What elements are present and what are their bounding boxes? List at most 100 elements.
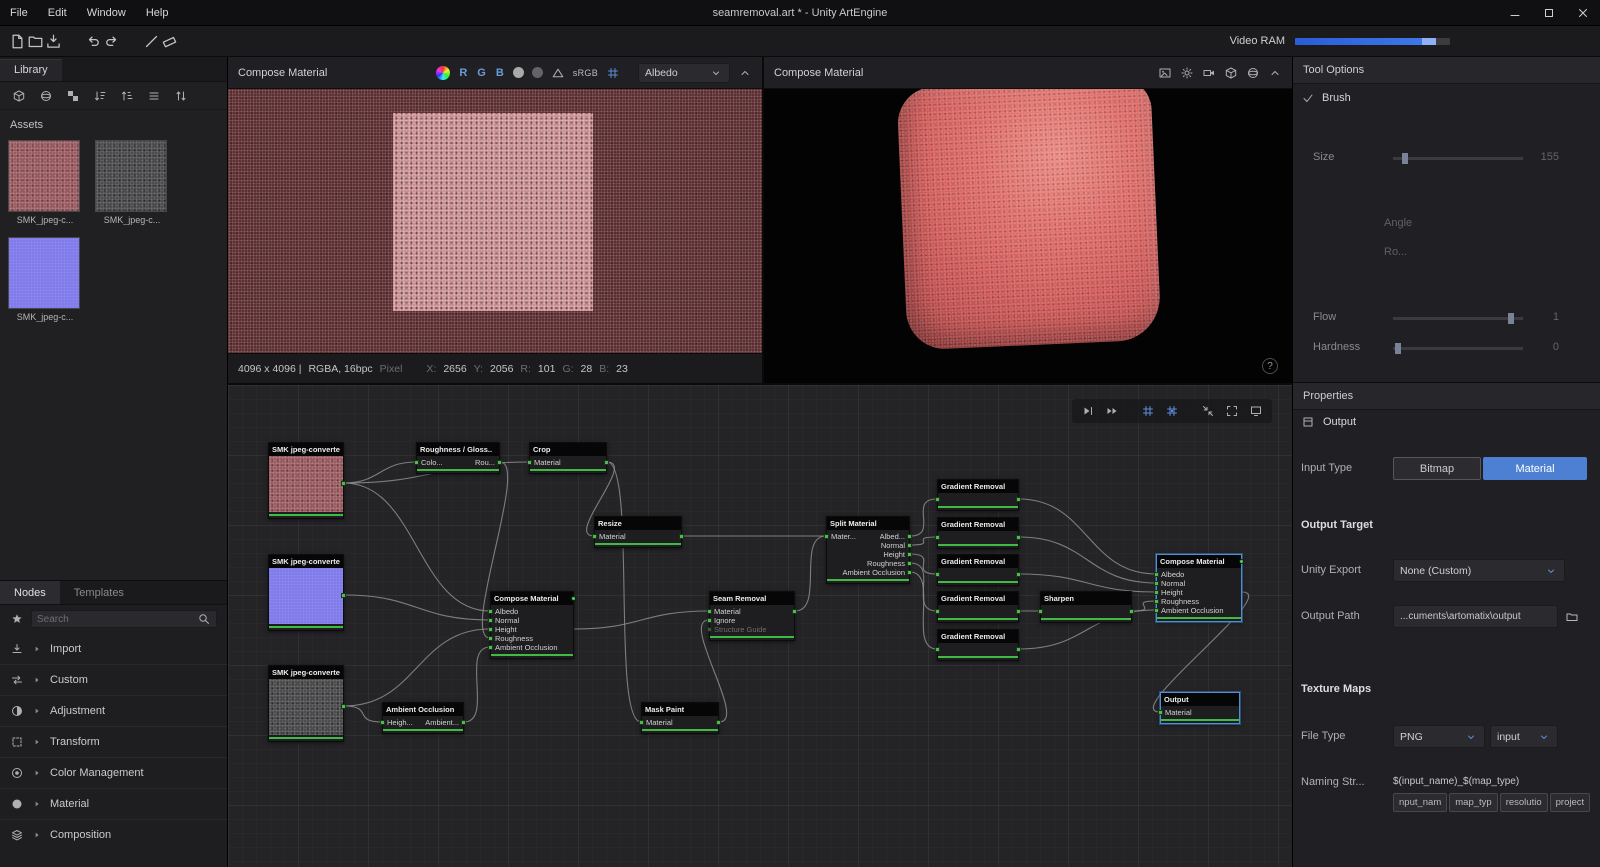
input-port[interactable] bbox=[592, 534, 597, 539]
output-port[interactable] bbox=[604, 460, 609, 465]
menu-edit[interactable]: Edit bbox=[38, 0, 77, 26]
category-transform[interactable]: Transform bbox=[0, 726, 227, 757]
category-material[interactable]: Material bbox=[0, 788, 227, 819]
collapse-panel-icon[interactable] bbox=[738, 66, 752, 80]
maximize-icon[interactable] bbox=[1532, 0, 1566, 26]
import-file-icon[interactable] bbox=[44, 32, 62, 50]
environment-image-icon[interactable] bbox=[1158, 66, 1172, 80]
grid-snap-icon[interactable] bbox=[1160, 401, 1184, 421]
output-port[interactable] bbox=[716, 720, 721, 725]
input-port[interactable] bbox=[1154, 590, 1159, 595]
open-folder-icon[interactable] bbox=[26, 32, 44, 50]
output-path-field[interactable]: ...cuments\artomatix\output bbox=[1393, 605, 1558, 628]
grayscale-icon[interactable] bbox=[512, 67, 524, 78]
channel-r-button[interactable]: R bbox=[458, 67, 468, 79]
category-color-management[interactable]: Color Management bbox=[0, 757, 227, 788]
output-node-section[interactable]: Output bbox=[1301, 415, 1356, 429]
search-box[interactable] bbox=[31, 610, 217, 628]
input-port[interactable] bbox=[1158, 710, 1163, 715]
output-port[interactable] bbox=[907, 552, 912, 557]
menu-file[interactable]: File bbox=[0, 0, 38, 26]
cube-mesh-icon[interactable] bbox=[1224, 66, 1238, 80]
input-port[interactable] bbox=[1154, 608, 1159, 613]
histogram-icon[interactable] bbox=[551, 66, 565, 80]
cube-view-icon[interactable] bbox=[10, 87, 28, 105]
input-type-material-button[interactable]: Material bbox=[1483, 457, 1587, 480]
slider-handle[interactable] bbox=[1508, 313, 1514, 324]
tab-nodes[interactable]: Nodes bbox=[0, 581, 60, 604]
input-port[interactable] bbox=[707, 609, 712, 614]
input-port[interactable] bbox=[935, 609, 940, 614]
input-port[interactable] bbox=[414, 460, 419, 465]
line-tool-icon[interactable] bbox=[142, 32, 160, 50]
input-port[interactable] bbox=[488, 609, 493, 614]
node-gr2[interactable]: Gradient Removal bbox=[935, 517, 1021, 549]
channel-b-button[interactable]: B bbox=[495, 67, 505, 79]
input-port[interactable] bbox=[527, 460, 532, 465]
unity-export-select[interactable]: None (Custom) bbox=[1393, 559, 1565, 582]
category-adjustment[interactable]: Adjustment bbox=[0, 695, 227, 726]
eraser-icon[interactable] bbox=[160, 32, 178, 50]
fast-forward-icon[interactable] bbox=[1100, 401, 1124, 421]
node-output[interactable]: Output Material bbox=[1158, 692, 1240, 724]
asset-thumbnail[interactable]: SMK_jpeg-c... bbox=[95, 140, 169, 225]
node-output-port[interactable] bbox=[341, 704, 346, 709]
minimize-icon[interactable] bbox=[1498, 0, 1532, 26]
node-compose1[interactable]: Compose Material Albedo Normal Height Roughn… bbox=[488, 591, 576, 659]
menu-help[interactable]: Help bbox=[136, 0, 179, 26]
naming-tag[interactable]: project bbox=[1549, 793, 1591, 812]
fit-view-icon[interactable] bbox=[1220, 401, 1244, 421]
sphere-mesh-icon[interactable] bbox=[1246, 66, 1260, 80]
step-forward-icon[interactable] bbox=[1076, 401, 1100, 421]
search-input[interactable] bbox=[37, 613, 197, 625]
grid-icon[interactable] bbox=[1136, 401, 1160, 421]
checker-icon[interactable] bbox=[64, 87, 82, 105]
channel-select-dropdown[interactable]: Albedo bbox=[638, 62, 730, 83]
input-port[interactable] bbox=[935, 572, 940, 577]
output-port[interactable] bbox=[907, 543, 912, 548]
close-icon[interactable] bbox=[1566, 0, 1600, 26]
help-button[interactable]: ? bbox=[1262, 358, 1278, 374]
input-port[interactable] bbox=[935, 497, 940, 502]
node-split[interactable]: Split Material Mater... Albed... Normal Heig… bbox=[824, 516, 912, 584]
tab-templates[interactable]: Templates bbox=[60, 581, 138, 604]
texture-2d-canvas[interactable] bbox=[228, 89, 762, 353]
tab-library[interactable]: Library bbox=[0, 59, 62, 81]
node-sharpen[interactable]: Sharpen bbox=[1038, 591, 1134, 623]
output-port[interactable] bbox=[1016, 497, 1021, 502]
input-type-bitmap-button[interactable]: Bitmap bbox=[1393, 457, 1481, 480]
collapse-panel-icon[interactable] bbox=[1268, 66, 1282, 80]
display-icon[interactable] bbox=[1244, 401, 1268, 421]
node-gr1[interactable]: Gradient Removal bbox=[935, 479, 1021, 511]
node-gr3[interactable]: Gradient Removal bbox=[935, 554, 1021, 586]
output-port[interactable] bbox=[907, 534, 912, 539]
shrink-icon[interactable] bbox=[1196, 401, 1220, 421]
node-output-port[interactable] bbox=[1239, 559, 1244, 564]
node-seam[interactable]: Seam Removal Material Ignore Structure Guid… bbox=[707, 591, 797, 641]
output-port[interactable] bbox=[1016, 647, 1021, 652]
category-composition[interactable]: Composition bbox=[0, 819, 227, 850]
input-port[interactable] bbox=[380, 720, 385, 725]
menu-window[interactable]: Window bbox=[77, 0, 136, 26]
asset-thumbnail[interactable]: SMK_jpeg-c... bbox=[8, 237, 82, 322]
node-ao[interactable]: Ambient Occlusion Heigh... Ambient... bbox=[380, 702, 466, 734]
node-resize[interactable]: Resize Material bbox=[592, 516, 684, 548]
srgb-toggle[interactable]: sRGB bbox=[573, 68, 598, 78]
input-port[interactable] bbox=[488, 627, 493, 632]
category-custom[interactable]: Custom bbox=[0, 664, 227, 695]
naming-tag[interactable]: map_typ bbox=[1449, 793, 1498, 812]
group-icon[interactable] bbox=[145, 87, 163, 105]
output-port[interactable] bbox=[679, 534, 684, 539]
node-gr5[interactable]: Gradient Removal bbox=[935, 629, 1021, 661]
input-port[interactable] bbox=[488, 636, 493, 641]
category-import[interactable]: Import bbox=[0, 633, 227, 664]
node-compose2[interactable]: Compose Material Albedo Normal Height Roughn… bbox=[1154, 554, 1244, 622]
luminance-icon[interactable] bbox=[531, 67, 543, 78]
output-port[interactable] bbox=[907, 561, 912, 566]
sort-desc-icon[interactable] bbox=[118, 87, 136, 105]
hardness-slider[interactable] bbox=[1393, 343, 1523, 354]
brush-section-header[interactable]: Brush bbox=[1301, 91, 1351, 105]
input-port[interactable] bbox=[1154, 581, 1159, 586]
output-port[interactable] bbox=[1016, 572, 1021, 577]
sort-asc-icon[interactable] bbox=[91, 87, 109, 105]
